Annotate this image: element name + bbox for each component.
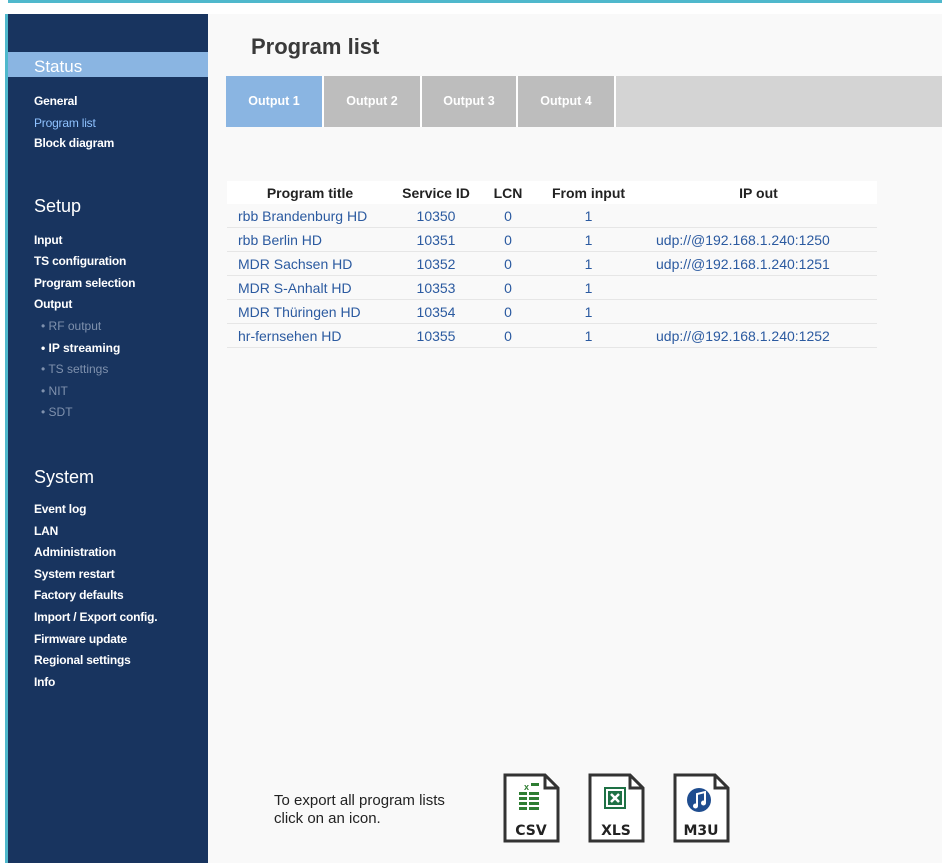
left-border (0, 0, 8, 863)
cell-from-input: 1 (537, 323, 640, 348)
cell-lcn: 0 (479, 323, 537, 348)
sidebar-item-ts-configuration[interactable]: TS configuration (34, 254, 126, 268)
cell-lcn: 0 (479, 275, 537, 300)
sidebar-item-lan[interactable]: LAN (34, 524, 58, 538)
sidebar-item-import-export-config[interactable]: Import / Export config. (34, 610, 158, 624)
sidebar-header-system: System (34, 467, 95, 487)
cell-from-input: 1 (537, 227, 640, 252)
cell-program-title[interactable]: MDR Sachsen HD (227, 251, 393, 276)
csv-icon-label: CSV (515, 823, 547, 839)
page-title: Program list (251, 34, 380, 59)
sidebar-item-regional-settings[interactable]: Regional settings (34, 653, 131, 667)
sidebar-item-program-selection[interactable]: Program selection (34, 276, 136, 290)
sidebar-item-program-list[interactable]: Program list (34, 116, 96, 130)
sidebar-subitem-ip-streaming[interactable]: • IP streaming (41, 341, 120, 355)
cell-ip-out: udp://@192.168.1.240:1252 (640, 323, 877, 348)
cell-service-id: 10353 (393, 275, 479, 300)
table-row[interactable]: rbb Berlin HD 10351 0 1 udp://@192.168.1… (227, 227, 877, 252)
sidebar-item-input[interactable]: Input (34, 233, 63, 247)
sidebar-item-system-restart[interactable]: System restart (34, 567, 115, 581)
cell-ip-out (640, 299, 877, 324)
cell-lcn: 0 (479, 299, 537, 324)
sidebar-header-status: Status (8, 52, 208, 77)
cell-program-title[interactable]: rbb Brandenburg HD (227, 204, 393, 228)
sidebar: Status General Program list Block diagra… (8, 14, 208, 863)
table-row[interactable]: MDR Sachsen HD 10352 0 1 udp://@192.168.… (227, 251, 877, 276)
main-content: Program list Output 1 Output 2 Output 3 … (208, 14, 942, 863)
column-header-ip-out[interactable]: IP out (640, 181, 877, 204)
cell-from-input: 1 (537, 299, 640, 324)
output-tabs: Output 1 Output 2 Output 3 Output 4 (226, 76, 942, 127)
cell-ip-out: udp://@192.168.1.240:1251 (640, 251, 877, 276)
export-text-line-1: To export all program lists (274, 792, 445, 809)
sidebar-subitem-ts-settings[interactable]: • TS settings (41, 362, 108, 376)
cell-lcn: 0 (479, 251, 537, 276)
column-header-lcn[interactable]: LCN (479, 181, 537, 204)
tab-output-3[interactable]: Output 3 (422, 76, 516, 127)
xls-icon-label: XLS (601, 823, 631, 839)
sidebar-header-setup: Setup (34, 196, 82, 216)
tab-output-1[interactable]: Output 1 (226, 76, 322, 127)
cell-from-input: 1 (537, 204, 640, 228)
cell-ip-out: udp://@192.168.1.240:1250 (640, 227, 877, 252)
cell-lcn: 0 (479, 227, 537, 252)
sidebar-subitem-rf-output[interactable]: • RF output (41, 319, 101, 333)
cell-program-title[interactable]: MDR S-Anhalt HD (227, 275, 393, 300)
table-row[interactable]: hr-fernsehen HD 10355 0 1 udp://@192.168… (227, 323, 877, 348)
column-header-program-title[interactable]: Program title (227, 181, 393, 204)
sidebar-item-output[interactable]: Output (34, 297, 72, 311)
sidebar-item-info[interactable]: Info (34, 675, 55, 689)
cell-program-title[interactable]: MDR Thüringen HD (227, 299, 393, 324)
tab-output-4[interactable]: Output 4 (518, 76, 614, 127)
tab-divider (614, 76, 616, 127)
m3u-icon[interactable]: M3U (672, 773, 730, 843)
cell-program-title[interactable]: rbb Berlin HD (227, 227, 393, 252)
table-header-row: Program title Service ID LCN From input … (227, 181, 877, 204)
sidebar-item-firmware-update[interactable]: Firmware update (34, 632, 127, 646)
table-row[interactable]: MDR S-Anhalt HD 10353 0 1 (227, 275, 877, 300)
sidebar-item-event-log[interactable]: Event log (34, 502, 86, 516)
m3u-icon-label: M3U (683, 823, 718, 839)
cell-ip-out (640, 275, 877, 300)
cell-from-input: 1 (537, 251, 640, 276)
cell-program-title[interactable]: hr-fernsehen HD (227, 323, 393, 348)
table-row[interactable]: MDR Thüringen HD 10354 0 1 (227, 299, 877, 324)
cell-service-id: 10350 (393, 204, 479, 228)
tab-output-2[interactable]: Output 2 (324, 76, 420, 127)
export-instructions: To export all program lists click on an … (274, 792, 494, 828)
sidebar-subitem-sdt[interactable]: • SDT (41, 405, 73, 419)
cell-ip-out (640, 204, 877, 228)
cell-from-input: 1 (537, 275, 640, 300)
sidebar-item-factory-defaults[interactable]: Factory defaults (34, 588, 124, 602)
cell-service-id: 10355 (393, 323, 479, 348)
cell-service-id: 10351 (393, 227, 479, 252)
cell-service-id: 10352 (393, 251, 479, 276)
xls-icon[interactable]: XLS (587, 773, 645, 843)
svg-text:x: x (524, 782, 529, 792)
sidebar-item-general[interactable]: General (34, 94, 77, 108)
sidebar-item-block-diagram[interactable]: Block diagram (34, 136, 114, 150)
cell-service-id: 10354 (393, 299, 479, 324)
sidebar-subitem-nit[interactable]: • NIT (41, 384, 68, 398)
sidebar-item-administration[interactable]: Administration (34, 545, 116, 559)
column-header-from-input[interactable]: From input (537, 181, 640, 204)
csv-icon[interactable]: x CSV (502, 773, 560, 843)
program-table: Program title Service ID LCN From input … (227, 181, 877, 348)
top-border (0, 0, 942, 3)
table-row[interactable]: rbb Brandenburg HD 10350 0 1 (227, 204, 877, 228)
export-text-line-2: click on an icon. (274, 810, 381, 827)
cell-lcn: 0 (479, 204, 537, 228)
column-header-service-id[interactable]: Service ID (393, 181, 479, 204)
